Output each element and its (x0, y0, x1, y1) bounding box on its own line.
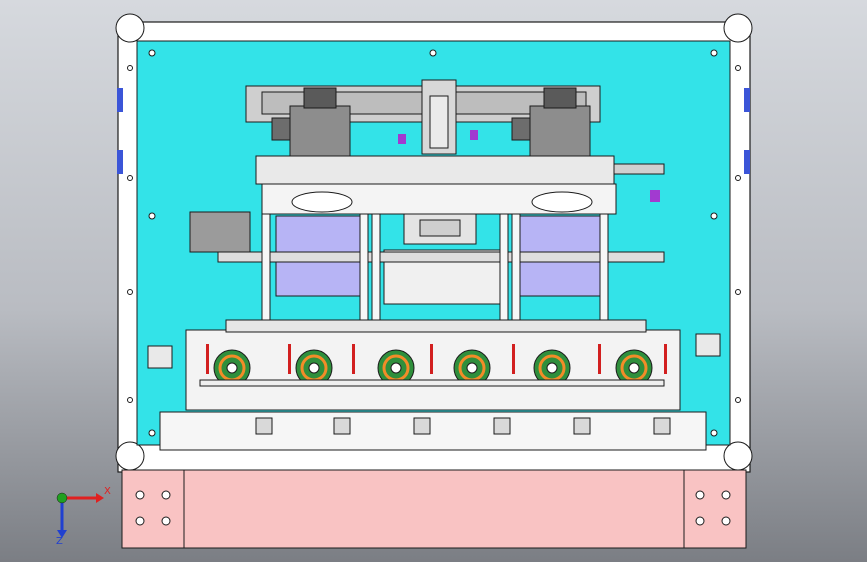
fan-left (291, 191, 353, 213)
cad-drawing (115, 13, 753, 549)
left-grey-motor (189, 211, 251, 253)
corner-boss-bl (115, 441, 145, 471)
purple-fitting-2 (470, 130, 478, 140)
gantry-top-plate (255, 155, 615, 185)
fan-right (531, 191, 593, 213)
base-block (121, 469, 747, 549)
triad-z-label: Z (56, 536, 63, 547)
lower-carriage-top (225, 319, 647, 333)
latch-right-1 (744, 88, 750, 112)
purple-fitting-3 (650, 190, 660, 202)
purple-fitting-1 (398, 134, 406, 144)
center-cylinder-rod (429, 95, 449, 149)
coordinate-triad-icon: X Z (48, 480, 118, 550)
handle-right (695, 333, 721, 357)
side-rail (613, 163, 665, 175)
latch-right-2 (744, 150, 750, 174)
corner-boss-tr (723, 13, 753, 43)
cad-viewport[interactable]: X Z (0, 0, 867, 562)
corner-boss-br (723, 441, 753, 471)
center-clamp-inner (419, 219, 461, 237)
corner-boss-tl (115, 13, 145, 43)
handle-left (147, 345, 173, 369)
wheel-bar (199, 379, 665, 387)
guide-bar (217, 251, 665, 263)
latch-left-1 (117, 88, 123, 112)
latch-left-2 (117, 150, 123, 174)
bottom-plate (159, 411, 707, 451)
triad-x-label: X (104, 486, 111, 497)
